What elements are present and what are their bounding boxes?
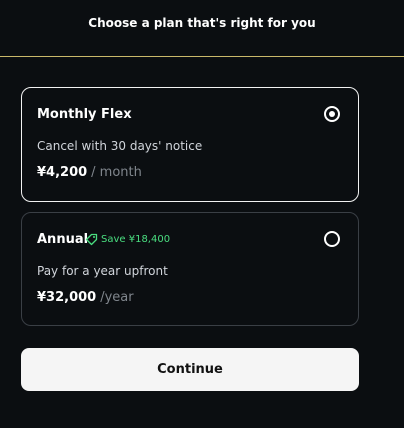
plan-name: Annual	[37, 232, 89, 247]
radio-selected[interactable]	[324, 106, 340, 122]
continue-button[interactable]: Continue	[21, 348, 359, 391]
price-amount: ¥32,000	[37, 290, 97, 305]
plan-card-monthly[interactable]: Monthly Flex Cancel with 30 days' notice…	[21, 87, 359, 202]
radio-unselected[interactable]	[324, 231, 340, 247]
price-period: / month	[91, 165, 142, 180]
radio-dot	[329, 111, 335, 117]
plan-description: Pay for a year upfront	[37, 264, 168, 278]
plan-price: ¥4,200/ month	[37, 165, 142, 180]
price-amount: ¥4,200	[37, 165, 88, 180]
plan-name: Monthly Flex	[37, 107, 132, 122]
plan-description: Cancel with 30 days' notice	[37, 139, 203, 153]
save-badge-text: Save ¥18,400	[101, 234, 171, 245]
plan-price: ¥32,000/year	[37, 290, 134, 305]
save-badge: Save ¥18,400	[85, 233, 170, 246]
price-period: /year	[100, 290, 134, 305]
page-title: Choose a plan that's right for you	[88, 16, 316, 30]
page-header: Choose a plan that's right for you	[0, 0, 404, 57]
plan-card-annual[interactable]: Annual Save ¥18,400 Pay for a year upfro…	[21, 212, 359, 326]
tag-icon	[85, 233, 98, 246]
